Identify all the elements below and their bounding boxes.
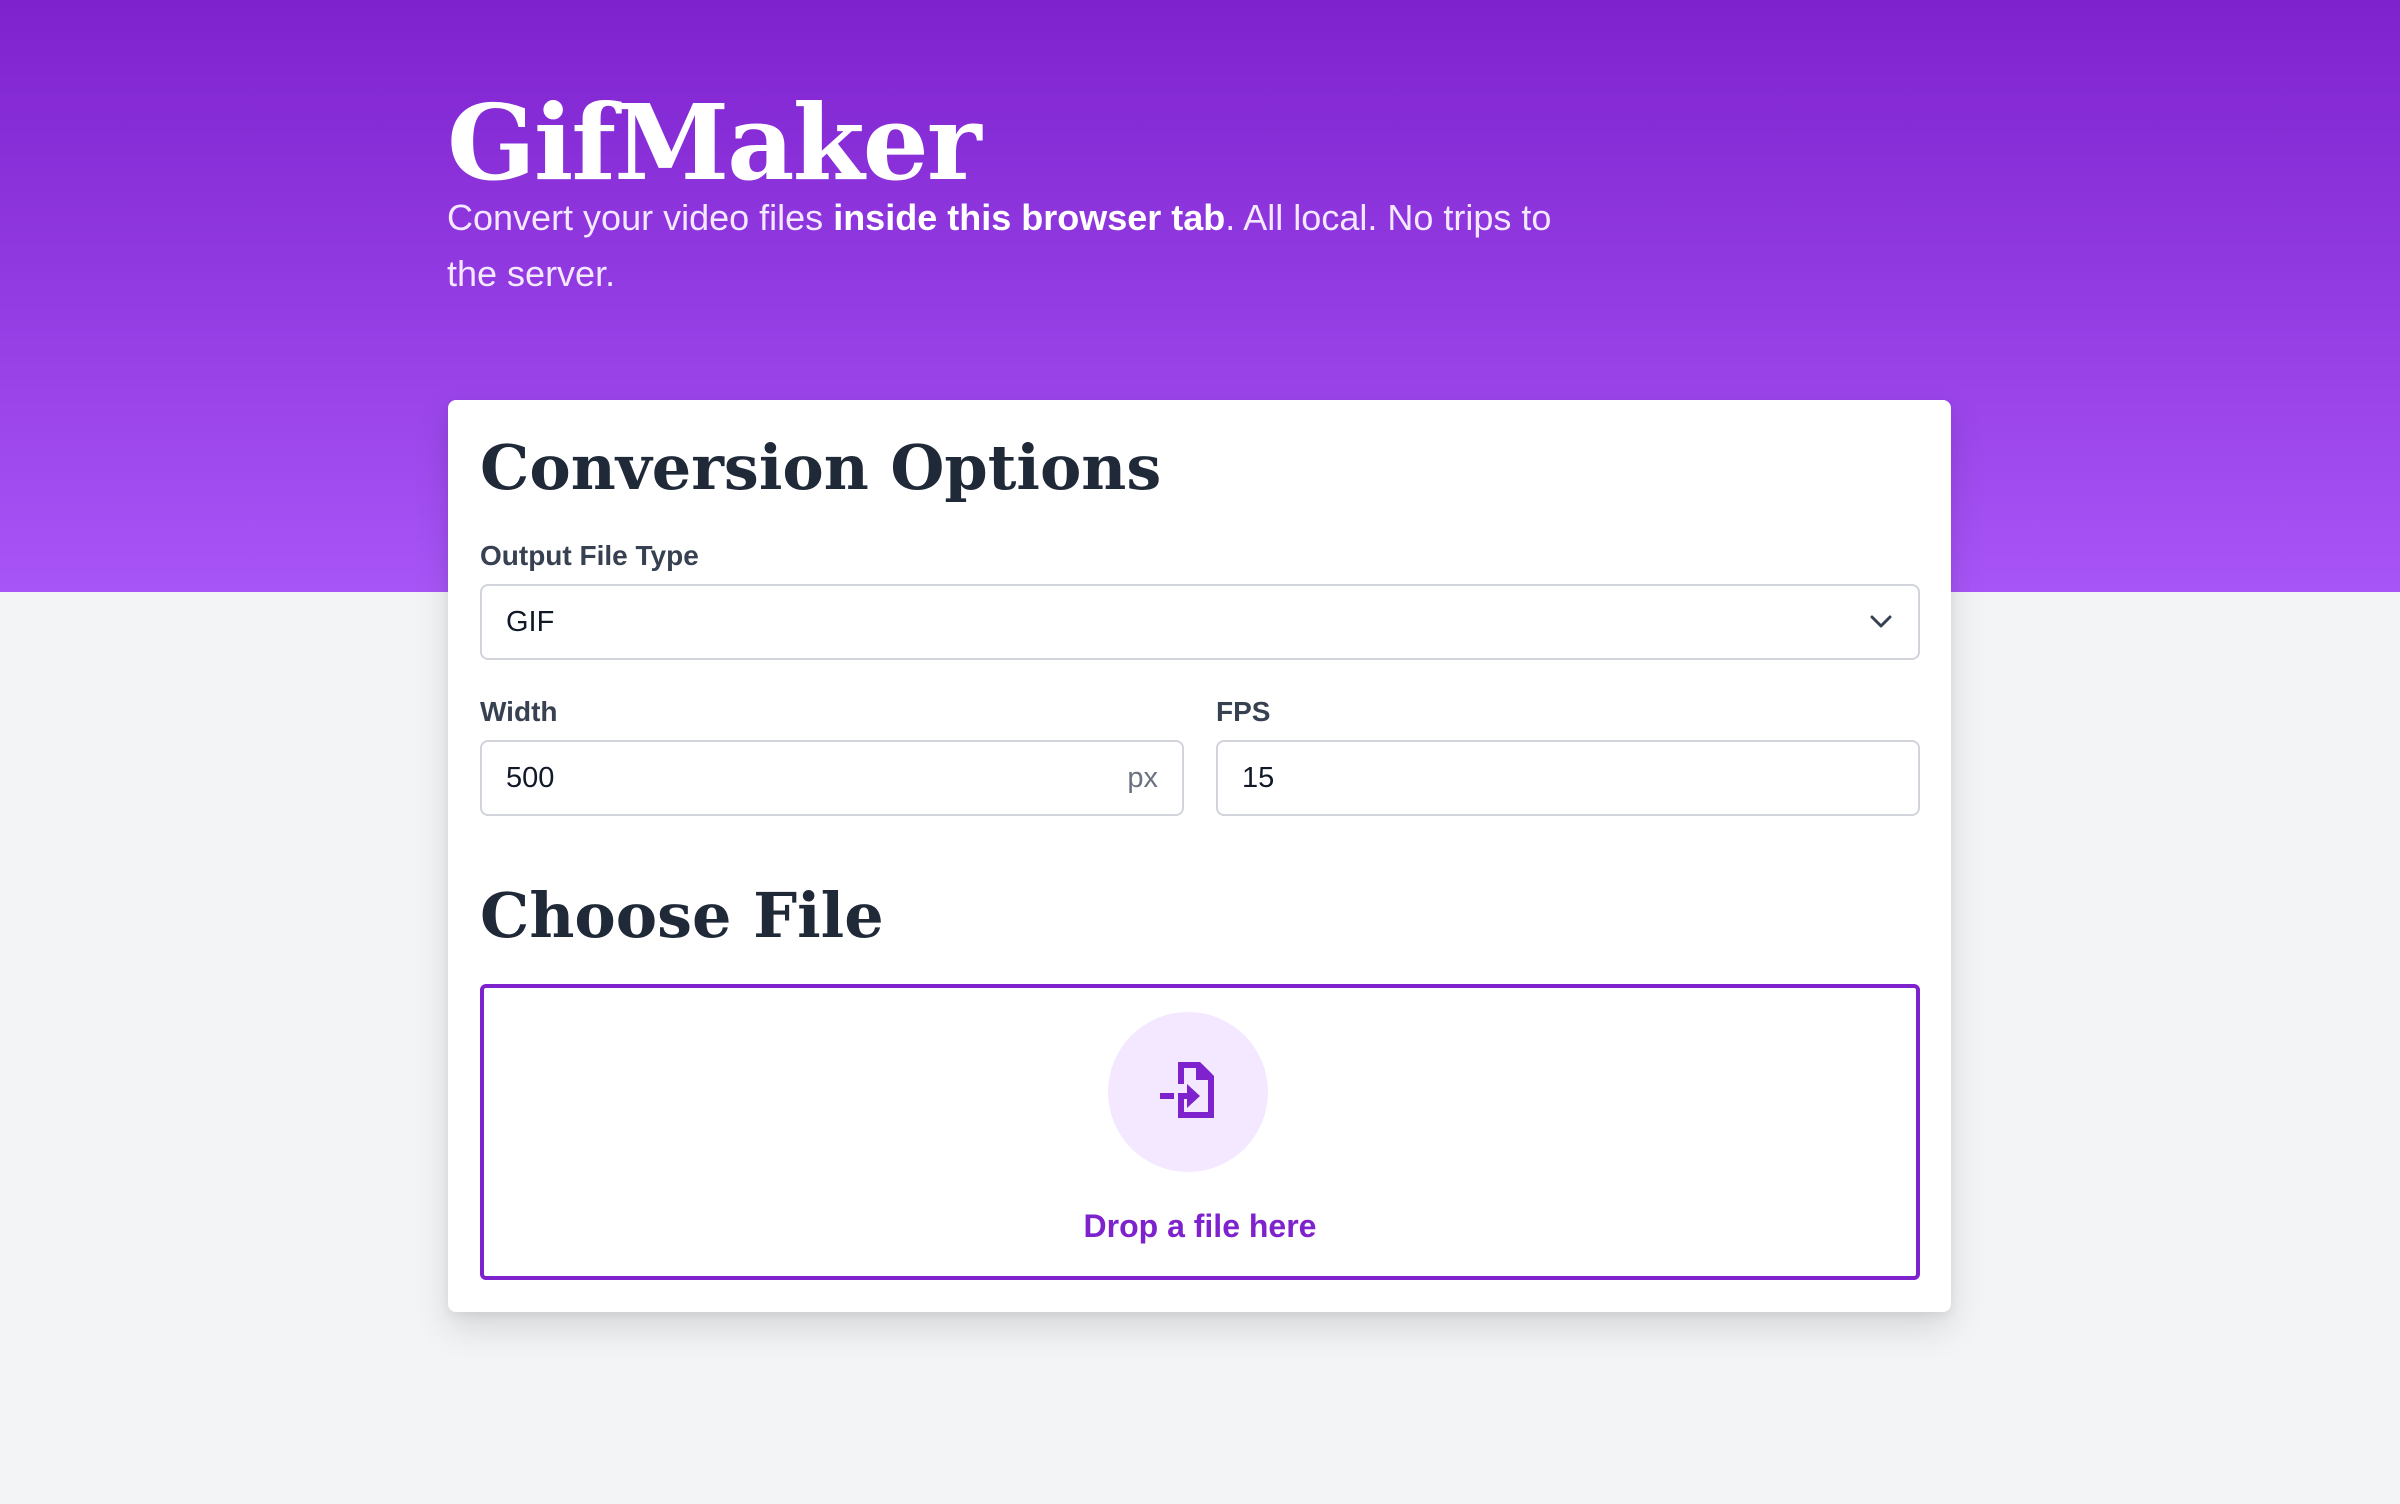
width-value: 500 — [506, 761, 555, 794]
subtitle-text-start: Convert your video files — [447, 197, 834, 238]
drop-file-label: Drop a file here — [1083, 1208, 1317, 1244]
choose-file-heading: Choose File — [480, 879, 884, 952]
fps-input[interactable]: 15 — [1216, 740, 1920, 816]
width-input[interactable]: 500 px — [480, 740, 1184, 816]
width-unit: px — [1127, 761, 1158, 794]
width-label: Width — [480, 696, 558, 727]
file-dropzone[interactable]: Drop a file here — [480, 984, 1920, 1280]
file-import-icon — [1156, 1058, 1220, 1127]
fps-label: FPS — [1216, 696, 1271, 727]
fps-value: 15 — [1242, 761, 1275, 794]
output-file-type-label: Output File Type — [480, 540, 699, 571]
output-file-type-value: GIF — [506, 605, 555, 638]
output-file-type-select[interactable]: GIF — [480, 584, 1920, 660]
conversion-card: Conversion Options Output File Type GIF … — [448, 400, 1951, 1312]
app-subtitle: Convert your video files inside this bro… — [447, 190, 1577, 302]
chevron-down-icon — [1868, 609, 1894, 635]
subtitle-emphasis: inside this browser tab — [833, 197, 1226, 238]
conversion-options-heading: Conversion Options — [480, 431, 1162, 504]
drop-icon-circle — [1108, 1012, 1268, 1172]
app-title: GifMaker — [447, 81, 982, 204]
